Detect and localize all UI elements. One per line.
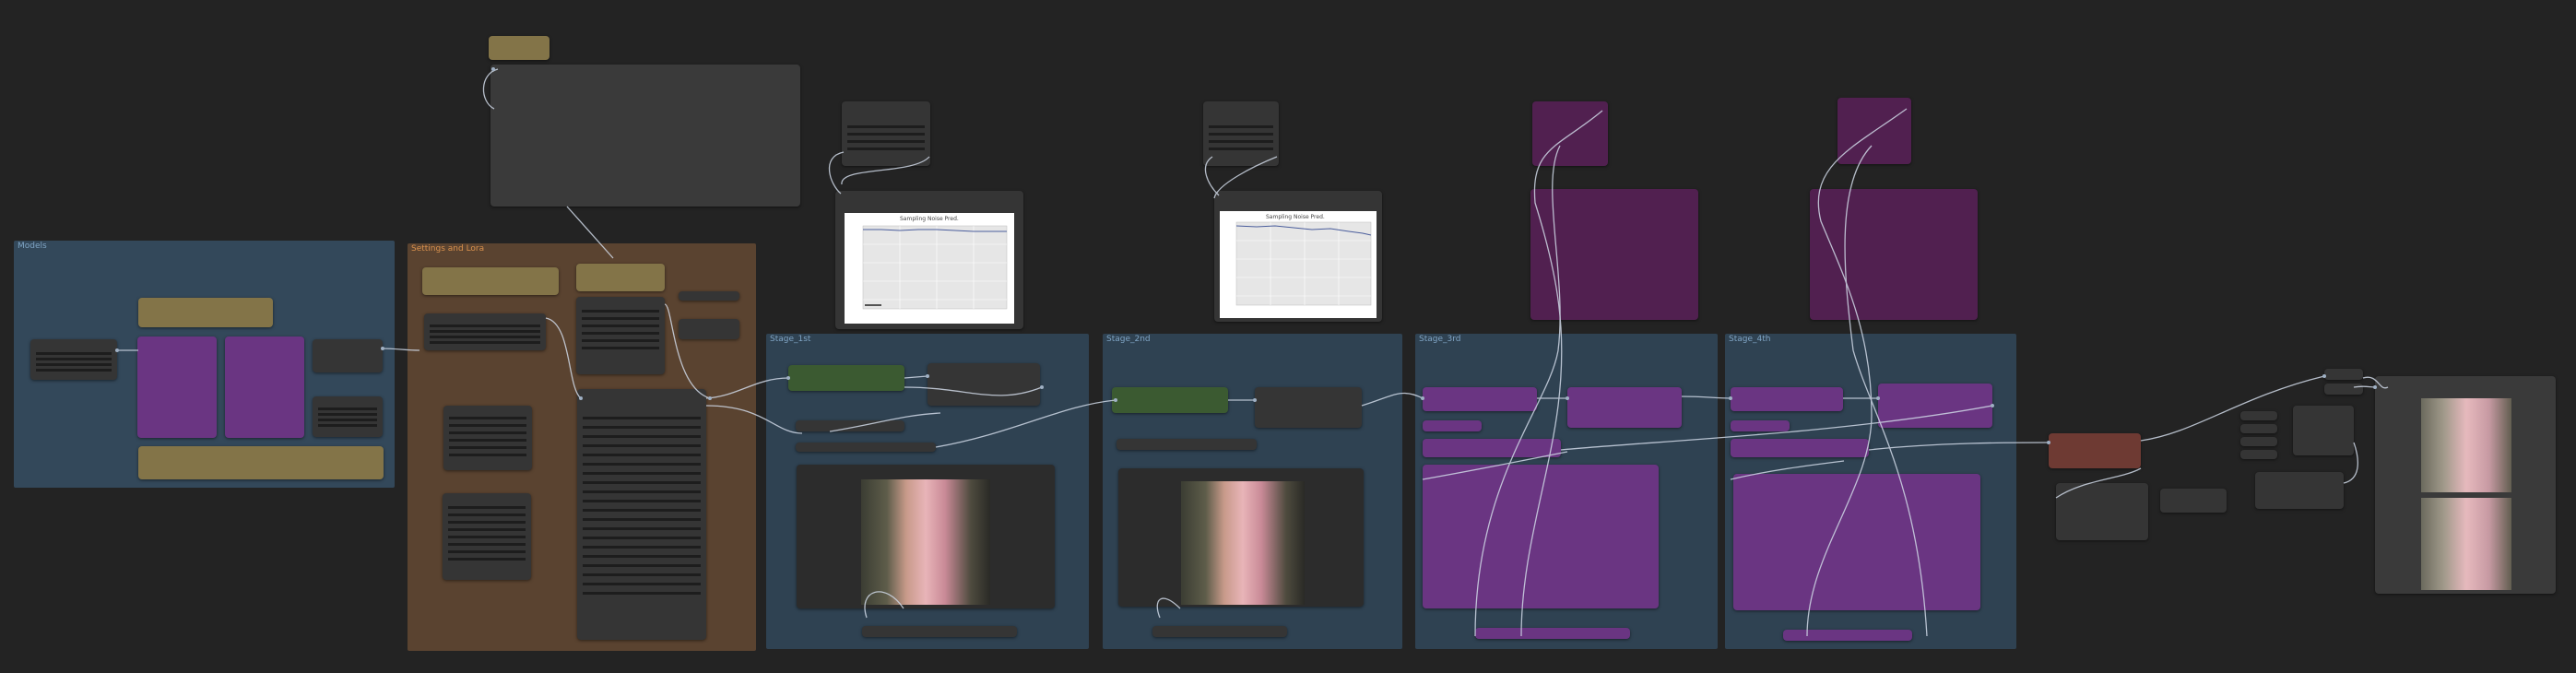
connection-wires bbox=[115, 67, 2389, 637]
